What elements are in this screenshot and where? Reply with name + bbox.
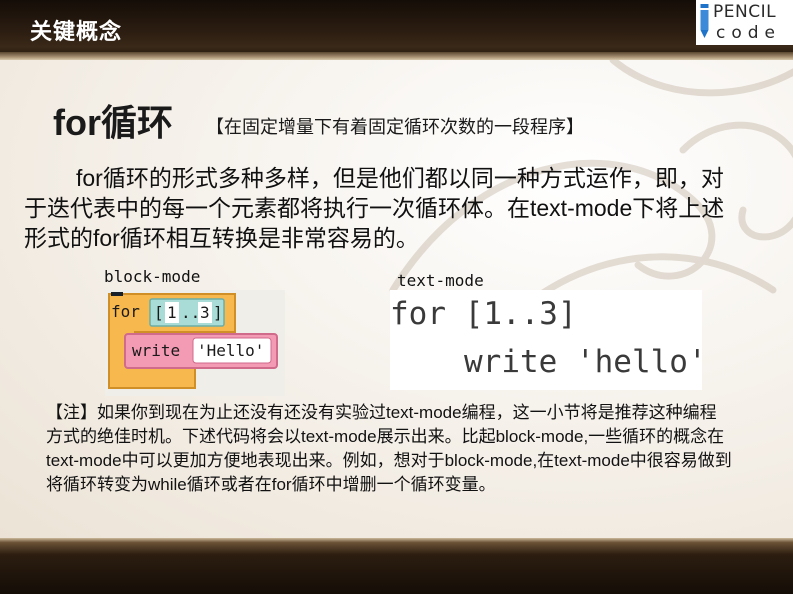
slide-heading: for循环 bbox=[53, 102, 173, 143]
range-close-bracket: ] bbox=[213, 303, 223, 322]
range-end: 3 bbox=[200, 303, 210, 322]
pencil-code-logo: PENCIL code bbox=[696, 0, 793, 45]
text-mode-example: for [1..3] write 'hello' bbox=[390, 290, 707, 390]
logo-word-code: code bbox=[716, 23, 781, 43]
write-keyword: write bbox=[132, 341, 180, 360]
block-mode-label: block-mode bbox=[104, 267, 201, 286]
range-start: 1 bbox=[167, 303, 177, 322]
intro-paragraph: for循环的形式多种多样，但是他们都以同一种方式运作，即，对于迭代表中的每一个元… bbox=[24, 163, 744, 253]
pencil-icon bbox=[700, 4, 709, 38]
write-block: write 'Hello' bbox=[124, 333, 278, 369]
range-open-bracket: [ bbox=[154, 303, 164, 322]
bottom-banner bbox=[0, 538, 793, 594]
logo-word-pencil: PENCIL bbox=[713, 2, 777, 22]
slide-subtitle: 【在固定增量下有着固定循环次数的一段程序】 bbox=[206, 117, 584, 138]
block-mode-example: for [ 1 .. 3 ] write 'Hello' bbox=[105, 290, 285, 396]
code-line-write: write 'hello' bbox=[464, 344, 707, 380]
note-text: 【注】如果你到现在为止还没有还没有实验过text-mode编程，这一小节将是推荐… bbox=[46, 403, 732, 494]
range-dots: .. bbox=[181, 303, 200, 322]
text-mode-label: text-mode bbox=[397, 271, 484, 290]
write-argument: 'Hello' bbox=[197, 341, 264, 360]
intro-text: for循环的形式多种多样，但是他们都以同一种方式运作，即，对于迭代表中的每一个元… bbox=[24, 165, 725, 251]
note-paragraph: 【注】如果你到现在为止还没有还没有实验过text-mode编程，这一小节将是推荐… bbox=[46, 401, 732, 497]
banner-divider bbox=[0, 52, 793, 60]
for-keyword: for bbox=[111, 302, 140, 321]
code-line-for: for [1..3] bbox=[390, 296, 577, 332]
section-title: 关键概念 bbox=[30, 20, 123, 45]
